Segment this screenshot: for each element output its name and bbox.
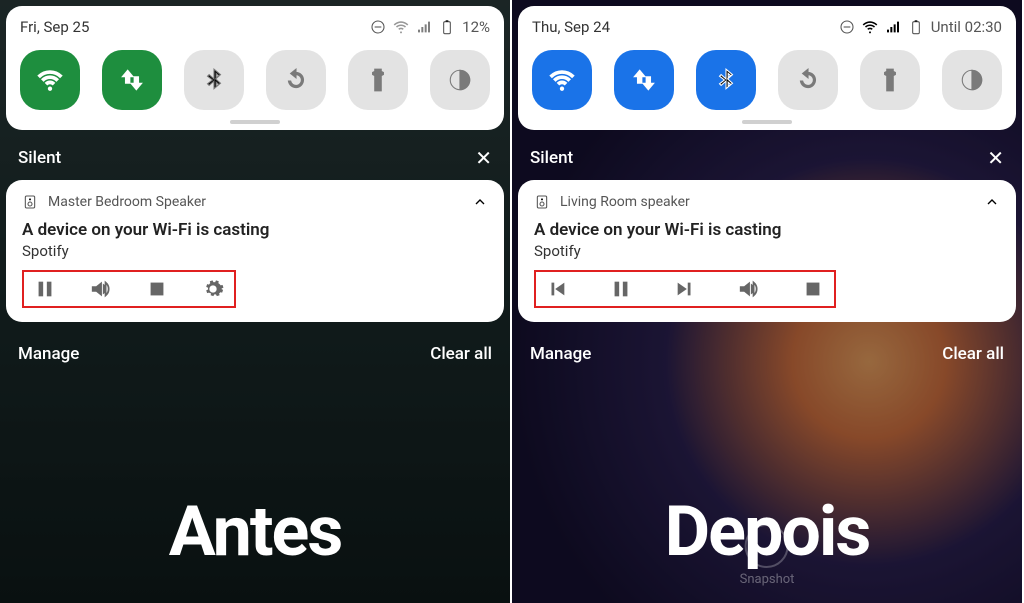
toggle-wifi[interactable] xyxy=(20,50,80,110)
status-bar: Fri, Sep 25 12% xyxy=(20,18,490,36)
settings-button[interactable] xyxy=(202,278,224,300)
notif-title: A device on your Wi-Fi is casting xyxy=(22,220,488,240)
dnd-icon xyxy=(370,19,386,35)
media-controls xyxy=(22,270,236,308)
snapshot-label: Snapshot xyxy=(740,572,795,587)
pause-button[interactable] xyxy=(610,278,632,300)
manage-button[interactable]: Manage xyxy=(530,344,591,364)
signal-icon xyxy=(416,19,432,35)
dnd-icon xyxy=(839,19,855,35)
chevron-up-icon[interactable] xyxy=(984,194,1000,210)
speaker-name: Master Bedroom Speaker xyxy=(48,194,206,210)
stop-button[interactable] xyxy=(146,278,168,300)
chevron-up-icon[interactable] xyxy=(472,194,488,210)
status-icons: Until 02:30 xyxy=(839,18,1002,36)
drag-handle[interactable] xyxy=(742,120,792,124)
notif-source: Master Bedroom Speaker xyxy=(22,194,206,210)
toggle-data[interactable] xyxy=(614,50,674,110)
hero-label: Depois xyxy=(665,491,870,573)
speaker-name: Living Room speaker xyxy=(560,194,690,210)
stop-button[interactable] xyxy=(802,278,824,300)
battery-icon xyxy=(439,19,455,35)
close-icon[interactable]: ✕ xyxy=(475,146,492,170)
status-bar: Thu, Sep 24 Until 02:30 xyxy=(532,18,1002,36)
toggle-bluetooth[interactable] xyxy=(696,50,756,110)
toggle-flashlight[interactable] xyxy=(348,50,408,110)
cast-notification[interactable]: Living Room speaker A device on your Wi-… xyxy=(518,180,1016,322)
section-header: Silent ✕ xyxy=(0,130,510,180)
toggle-wifi[interactable] xyxy=(532,50,592,110)
toggle-bluetooth[interactable] xyxy=(184,50,244,110)
pause-button[interactable] xyxy=(34,278,56,300)
quick-toggles xyxy=(20,50,490,110)
toggle-rotate[interactable] xyxy=(778,50,838,110)
quick-settings-panel: Thu, Sep 24 Until 02:30 xyxy=(518,6,1016,130)
pane-before: Fri, Sep 25 12% Silent ✕ Mast xyxy=(0,0,512,603)
toggle-data[interactable] xyxy=(102,50,162,110)
section-label: Silent xyxy=(18,148,61,168)
wifi-status-icon xyxy=(393,19,409,35)
volume-button[interactable] xyxy=(738,278,760,300)
toggle-darkmode[interactable] xyxy=(430,50,490,110)
notif-source: Living Room speaker xyxy=(534,194,690,210)
date-label: Fri, Sep 25 xyxy=(20,18,89,36)
media-controls xyxy=(534,270,836,308)
battery-label: 12% xyxy=(462,18,490,36)
status-icons: 12% xyxy=(370,18,490,36)
speaker-icon xyxy=(22,194,38,210)
cast-notification[interactable]: Master Bedroom Speaker A device on your … xyxy=(6,180,504,322)
notif-footer: Manage Clear all xyxy=(512,322,1022,386)
signal-icon xyxy=(885,19,901,35)
manage-button[interactable]: Manage xyxy=(18,344,79,364)
toggle-rotate[interactable] xyxy=(266,50,326,110)
battery-label: Until 02:30 xyxy=(931,18,1002,36)
hero-label: Antes xyxy=(169,491,342,573)
volume-button[interactable] xyxy=(90,278,112,300)
notif-title: A device on your Wi-Fi is casting xyxy=(534,220,1000,240)
speaker-icon xyxy=(534,194,550,210)
clearall-button[interactable]: Clear all xyxy=(430,344,492,364)
prev-button[interactable] xyxy=(546,278,568,300)
date-label: Thu, Sep 24 xyxy=(532,18,610,36)
battery-icon xyxy=(908,19,924,35)
pane-after: Thu, Sep 24 Until 02:30 Silent ✕ xyxy=(512,0,1024,603)
notif-app: Spotify xyxy=(534,242,1000,260)
toggle-darkmode[interactable] xyxy=(942,50,1002,110)
section-label: Silent xyxy=(530,148,573,168)
drag-handle[interactable] xyxy=(230,120,280,124)
clearall-button[interactable]: Clear all xyxy=(942,344,1004,364)
close-icon[interactable]: ✕ xyxy=(987,146,1004,170)
notif-footer: Manage Clear all xyxy=(0,322,510,386)
notif-header: Living Room speaker xyxy=(534,194,1000,210)
quick-toggles xyxy=(532,50,1002,110)
wifi-status-icon xyxy=(862,19,878,35)
next-button[interactable] xyxy=(674,278,696,300)
notif-header: Master Bedroom Speaker xyxy=(22,194,488,210)
toggle-flashlight[interactable] xyxy=(860,50,920,110)
quick-settings-panel: Fri, Sep 25 12% xyxy=(6,6,504,130)
section-header: Silent ✕ xyxy=(512,130,1022,180)
notif-app: Spotify xyxy=(22,242,488,260)
